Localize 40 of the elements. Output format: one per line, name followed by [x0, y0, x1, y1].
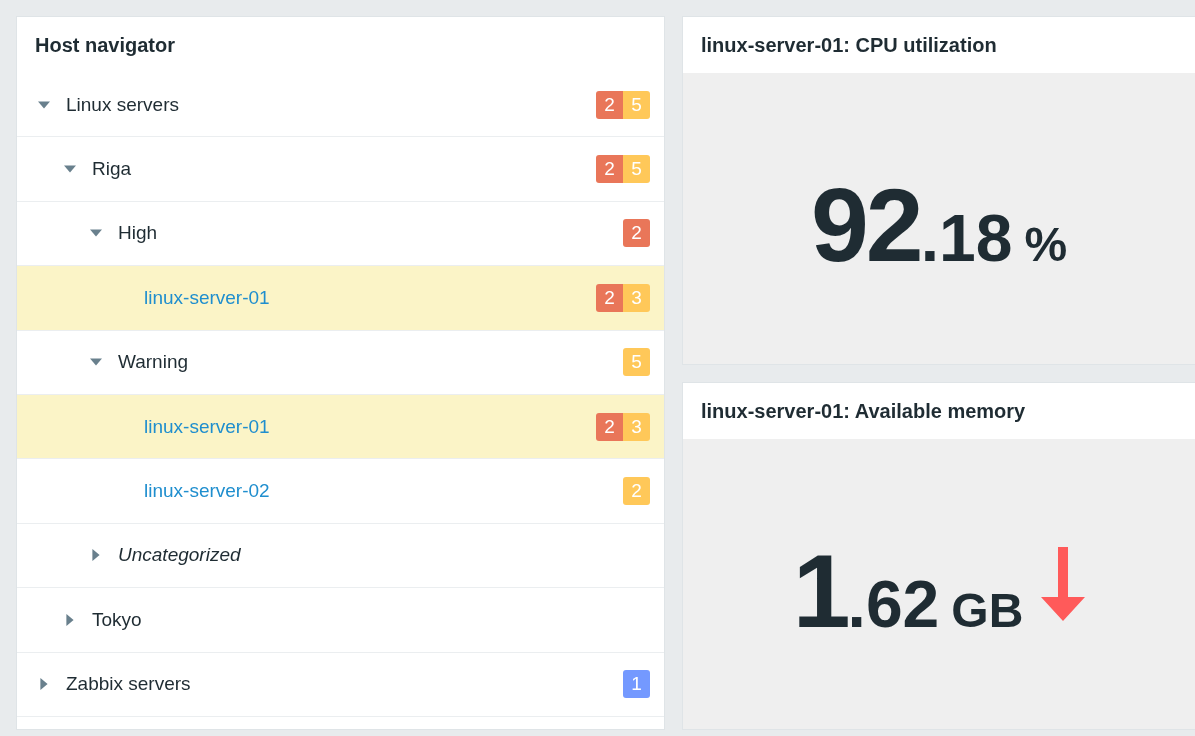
group-row[interactable]: Zabbix servers 1: [17, 652, 664, 717]
value-whole: 1: [792, 538, 848, 643]
expand-caret-icon[interactable]: [90, 549, 102, 562]
problem-count-badge: 2: [596, 412, 623, 441]
group-row[interactable]: Riga 2 5: [17, 137, 664, 202]
problem-count-badge: 2: [596, 90, 623, 119]
group-row[interactable]: Uncategorized: [17, 523, 664, 589]
widget-title: linux-server-01: CPU utilization: [683, 17, 1195, 73]
problem-count-badge: 3: [623, 412, 650, 441]
group-label: Zabbix servers: [66, 673, 191, 696]
group-row[interactable]: Tokyo: [17, 588, 664, 653]
value-decimal: .62: [847, 570, 940, 637]
problem-count-badge: 1: [623, 670, 650, 699]
problem-count-badge: 5: [623, 348, 650, 377]
group-label: High: [118, 222, 158, 245]
expand-caret-icon[interactable]: [64, 613, 76, 626]
value-unit: %: [1024, 221, 1068, 269]
group-label: Uncategorized: [118, 544, 241, 567]
problem-count-badge: 5: [623, 155, 650, 184]
problem-count-badge: 2: [596, 155, 623, 184]
problem-count-badge: 5: [623, 90, 650, 119]
host-row[interactable]: linux-server-02 2: [17, 459, 664, 524]
problem-count-badge: 2: [596, 283, 623, 312]
problem-count-badge: 3: [623, 283, 650, 312]
value-unit: GB: [951, 586, 1024, 635]
panel-title: Host navigator: [34, 33, 177, 58]
value-decimal: .18: [920, 205, 1013, 271]
widget-title: linux-server-01: Available memory: [683, 382, 1195, 439]
value-whole: 92: [810, 173, 921, 277]
expand-caret-icon[interactable]: [38, 678, 50, 691]
group-label: Tokyo: [92, 608, 142, 631]
group-label: Linux servers: [66, 93, 179, 116]
problem-count-badge: 2: [623, 219, 650, 248]
group-row[interactable]: Linux servers 2 5: [17, 73, 664, 138]
problem-count-badge: 2: [623, 477, 650, 506]
group-row[interactable]: Warning 5: [17, 330, 664, 395]
group-label: Warning: [118, 351, 189, 374]
collapse-caret-icon[interactable]: [38, 98, 50, 111]
group-label: Riga: [92, 158, 132, 181]
host-link[interactable]: linux-server-02: [144, 480, 270, 503]
